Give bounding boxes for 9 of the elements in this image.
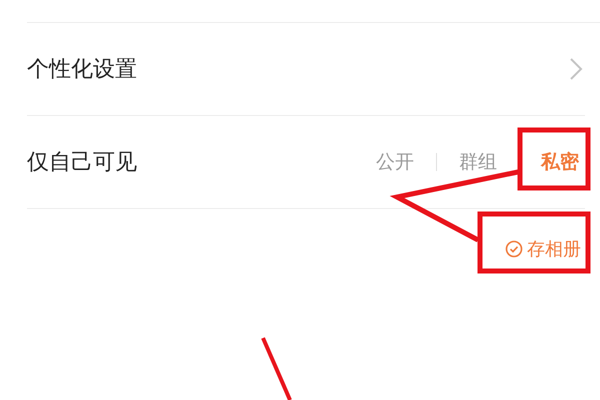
visibility-option[interactable]: 私密 — [519, 149, 585, 175]
setting-label: 个性化设置 — [27, 56, 138, 84]
check-circle-icon — [505, 240, 523, 258]
visibility-option[interactable]: 群组 — [437, 149, 519, 175]
chevron-right-icon — [569, 57, 583, 81]
save-to-album-toggle[interactable]: 存相册 — [505, 237, 585, 261]
setting-label: 仅自己可见 — [27, 149, 138, 177]
annotation-line — [261, 337, 292, 400]
visibility-option[interactable]: 公开 — [354, 149, 436, 175]
